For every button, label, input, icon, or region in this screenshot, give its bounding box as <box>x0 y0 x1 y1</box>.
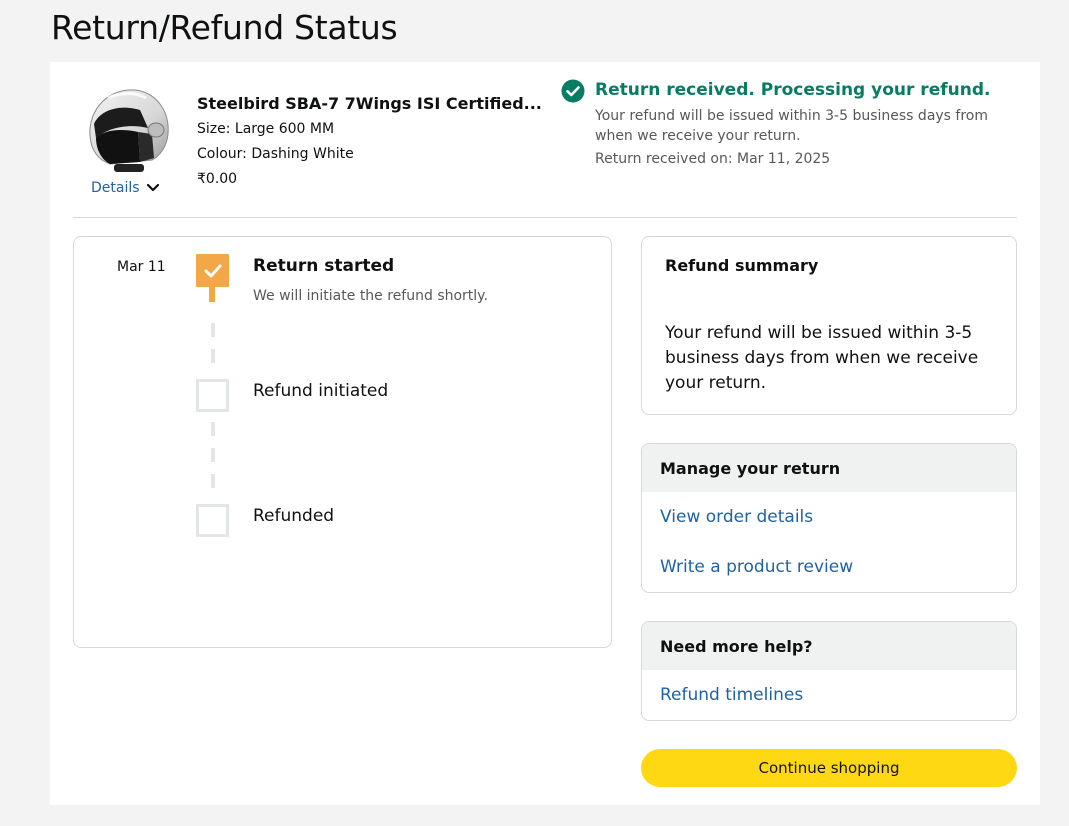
product-price: ₹0.00 <box>197 171 238 187</box>
continue-shopping-button[interactable]: Continue shopping <box>641 749 1017 787</box>
product-colour: Colour: Dashing White <box>197 146 354 162</box>
step-subtext: We will initiate the refund shortly. <box>253 288 488 304</box>
refund-summary-title: Refund summary <box>665 256 819 275</box>
help-panel: Need more help? Refund timelines <box>641 621 1017 721</box>
details-link[interactable]: Details <box>91 180 160 196</box>
helmet-product-image[interactable] <box>80 84 172 178</box>
refund-timeline: Mar 11 Return started We will initiate t… <box>73 236 612 648</box>
step-pending-checkbox <box>196 504 229 537</box>
manage-return-title: Manage your return <box>642 444 1016 492</box>
timeline-connector <box>211 349 215 363</box>
product-info: Steelbird SBA-7 7Wings ISI Certified... … <box>197 94 542 195</box>
return-status-card: Details Steelbird SBA-7 7Wings ISI Certi… <box>50 62 1040 805</box>
step-label: Refunded <box>253 506 335 526</box>
step-pending-checkbox <box>196 379 229 412</box>
product-title[interactable]: Steelbird SBA-7 7Wings ISI Certified... <box>197 94 542 113</box>
manage-return-panel: Manage your return View order details Wr… <box>641 443 1017 593</box>
divider <box>73 217 1017 218</box>
check-circle-icon <box>561 79 585 103</box>
return-received-date: Return received on: Mar 11, 2025 <box>595 151 831 167</box>
timeline-connector <box>211 422 215 436</box>
status-description: Your refund will be issued within 3-5 bu… <box>595 108 989 144</box>
step-complete-checkbox <box>196 254 229 287</box>
timeline-connector <box>211 448 215 462</box>
chevron-down-icon <box>146 181 160 195</box>
step-label: Return started <box>253 256 395 276</box>
details-label: Details <box>91 180 140 196</box>
view-order-details-link[interactable]: View order details <box>660 507 813 527</box>
timeline-connector <box>211 323 215 337</box>
step-label: Refund initiated <box>253 381 389 401</box>
timeline-progress-bar <box>209 285 215 302</box>
status-title: Return received. Processing your refund. <box>595 80 991 100</box>
refund-timelines-link[interactable]: Refund timelines <box>660 685 803 705</box>
timeline-connector <box>211 474 215 488</box>
checkmark-icon <box>204 264 221 277</box>
refund-summary-text: Your refund will be issued within 3-5 bu… <box>665 323 979 393</box>
help-title: Need more help? <box>642 622 1016 670</box>
product-size: Size: Large 600 MM <box>197 121 335 137</box>
write-product-review-link[interactable]: Write a product review <box>660 557 853 577</box>
step-date: Mar 11 <box>117 259 166 275</box>
refund-summary: Refund summary Your refund will be issue… <box>641 236 1017 415</box>
page-title: Return/Refund Status <box>51 8 398 47</box>
